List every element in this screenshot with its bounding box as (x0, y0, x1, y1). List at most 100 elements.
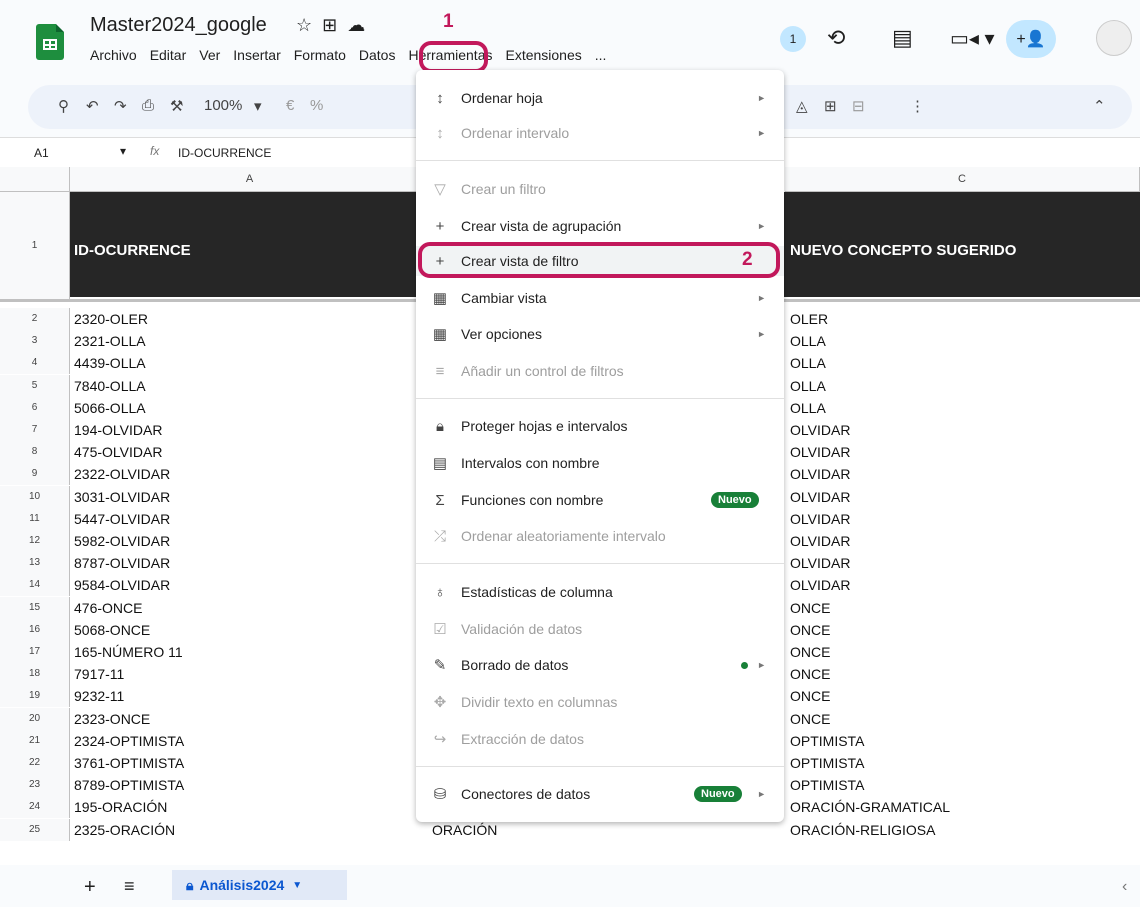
menu-archivo[interactable]: Archivo (90, 47, 137, 63)
menu-insertar[interactable]: Insertar (233, 47, 280, 63)
menu-more[interactable]: ... (595, 47, 607, 63)
menu-item-connectors[interactable]: ⛁ Conectores de datos Nuevo ► (416, 779, 784, 809)
menu-item-named-functions[interactable]: Σ Funciones con nombre Nuevo (416, 485, 784, 515)
star-icon[interactable]: ☆ (296, 15, 322, 35)
cell-a[interactable]: 2321-OLLA (74, 333, 146, 349)
cell-a[interactable]: 8789-OPTIMISTA (74, 777, 184, 793)
menu-extensiones[interactable]: Extensiones (505, 47, 581, 63)
name-box[interactable]: A1 (34, 146, 49, 160)
cell-c[interactable]: ONCE (790, 622, 830, 638)
redo-icon[interactable]: ↷ (114, 97, 127, 115)
menu-datos[interactable]: Datos (359, 47, 396, 63)
chevron-down-icon[interactable]: ▼ (292, 880, 302, 891)
row-number[interactable]: 6 (0, 396, 70, 419)
column-header-a[interactable]: A (70, 167, 430, 192)
menu-editar[interactable]: Editar (150, 47, 187, 63)
menu-item-extraction[interactable]: ↪ Extracción de datos (416, 724, 784, 754)
row-number[interactable]: 2 (0, 308, 70, 330)
row-number[interactable]: 24 (0, 796, 70, 819)
cell-a[interactable]: 5066-OLLA (74, 400, 146, 416)
cell-a[interactable]: 8787-OLVIDAR (74, 555, 170, 571)
cell-c[interactable]: OLVIDAR (790, 489, 850, 505)
cell-a[interactable]: 165-NÚMERO 11 (74, 644, 183, 660)
cell-c[interactable]: OLLA (790, 378, 826, 394)
menu-item-group-view[interactable]: + Crear vista de agrupación ► (416, 211, 784, 241)
currency-button[interactable]: € (286, 97, 294, 114)
cell-a[interactable]: 7840-OLLA (74, 378, 146, 394)
cell-c[interactable]: ONCE (790, 711, 830, 727)
row-number[interactable]: 3 (0, 330, 70, 353)
move-folder-icon[interactable]: ⊞ (322, 15, 347, 35)
row-number[interactable]: 16 (0, 618, 70, 641)
cell-a[interactable]: 7917-11 (74, 666, 124, 682)
row-number[interactable]: 17 (0, 641, 70, 663)
row-number[interactable]: 19 (0, 685, 70, 708)
cell-c[interactable]: ONCE (790, 644, 830, 660)
undo-icon[interactable]: ↶ (86, 97, 99, 115)
row-number[interactable]: 10 (0, 485, 70, 508)
cell-c[interactable]: ORACIÓN-RELIGIOSA (790, 822, 935, 838)
cell-c[interactable]: ONCE (790, 688, 830, 704)
cell-a[interactable]: 2323-ONCE (74, 711, 150, 727)
collaborator-badge[interactable]: 1 (780, 26, 806, 52)
menu-item-create-filter[interactable]: ▽ Crear un filtro (416, 174, 784, 204)
menu-ver[interactable]: Ver (199, 47, 220, 63)
row-number[interactable]: 18 (0, 663, 70, 686)
cell-a[interactable]: 3031-OLVIDAR (74, 489, 170, 505)
cloud-status-icon[interactable]: ☁ (347, 15, 375, 35)
row-number[interactable]: 5 (0, 374, 70, 397)
row-number[interactable]: 11 (0, 507, 70, 530)
cell-c[interactable]: OLLA (790, 355, 826, 371)
row-number[interactable]: 23 (0, 774, 70, 797)
cell-c[interactable]: ONCE (790, 600, 830, 616)
cell-a[interactable]: 2324-OPTIMISTA (74, 733, 184, 749)
name-box-chevron-icon[interactable]: ▾ (120, 144, 126, 158)
cell-a[interactable]: 9232-11 (74, 688, 124, 704)
menu-item-filter-control[interactable]: ≡ Añadir un control de filtros (416, 356, 784, 386)
cell-c[interactable]: OPTIMISTA (790, 755, 864, 771)
formula-input[interactable]: ID-OCURRENCE (178, 146, 271, 160)
menu-item-randomize[interactable]: ⤮ Ordenar aleatoriamente intervalo (416, 521, 784, 551)
doc-title[interactable]: Master2024_google (90, 14, 267, 37)
cell-a[interactable]: 195-ORACIÓN (74, 799, 167, 815)
row-number[interactable]: 20 (0, 707, 70, 730)
cell-c[interactable]: OLVIDAR (790, 511, 850, 527)
row-number[interactable]: 21 (0, 729, 70, 752)
merge-icon[interactable]: ⊟ (852, 97, 865, 115)
cell-a[interactable]: 2320-OLER (74, 311, 148, 327)
sheets-logo-icon[interactable] (36, 24, 64, 60)
comments-icon[interactable]: ▤ (892, 18, 913, 58)
zoom-chevron-icon[interactable]: ▾ (254, 97, 262, 115)
menu-formato[interactable]: Formato (294, 47, 346, 63)
menu-item-sort-range[interactable]: ↕ Ordenar intervalo ► (416, 118, 784, 148)
borders-icon[interactable]: ⊞ (824, 97, 837, 115)
cell-c[interactable]: ORACIÓN-GRAMATICAL (790, 799, 950, 815)
cell-c[interactable]: OLLA (790, 400, 826, 416)
menu-item-column-stats[interactable]: ♁ Estadísticas de columna (416, 577, 784, 607)
collapse-toolbar-icon[interactable]: ⌃ (1093, 97, 1106, 115)
all-sheets-icon[interactable]: ≡ (124, 876, 135, 897)
add-sheet-icon[interactable]: + (84, 876, 96, 899)
fill-color-icon[interactable]: ◬ (796, 97, 808, 115)
select-all-corner[interactable] (0, 167, 70, 192)
cell-a[interactable]: 9584-OLVIDAR (74, 577, 170, 593)
cell-a[interactable]: 5447-OLVIDAR (74, 511, 170, 527)
avatar[interactable] (1096, 20, 1132, 56)
cell-c[interactable]: OLVIDAR (790, 533, 850, 549)
meet-icon[interactable]: ▭◂ ▾ (950, 18, 995, 58)
column-header-c[interactable]: C (785, 167, 1140, 192)
row-number[interactable]: 12 (0, 530, 70, 552)
header-cell-a[interactable]: ID-OCURRENCE (74, 242, 191, 259)
menu-item-split-text[interactable]: ✥ Dividir texto en columnas (416, 687, 784, 717)
cell-a[interactable]: 2322-OLVIDAR (74, 466, 170, 482)
cell-a[interactable]: 2325-ORACIÓN (74, 822, 175, 838)
cell-c[interactable]: OLVIDAR (790, 555, 850, 571)
row-number[interactable]: 4 (0, 352, 70, 375)
scroll-left-icon[interactable]: ‹ (1122, 878, 1127, 896)
cell-a[interactable]: 5982-OLVIDAR (74, 533, 170, 549)
menu-item-change-view[interactable]: ▦ Cambiar vista ► (416, 283, 784, 313)
more-options-icon[interactable]: ⋮ (910, 97, 925, 115)
cell-a[interactable]: 194-OLVIDAR (74, 422, 162, 438)
cell-c[interactable]: OLVIDAR (790, 577, 850, 593)
cell-c[interactable]: OLLA (790, 333, 826, 349)
